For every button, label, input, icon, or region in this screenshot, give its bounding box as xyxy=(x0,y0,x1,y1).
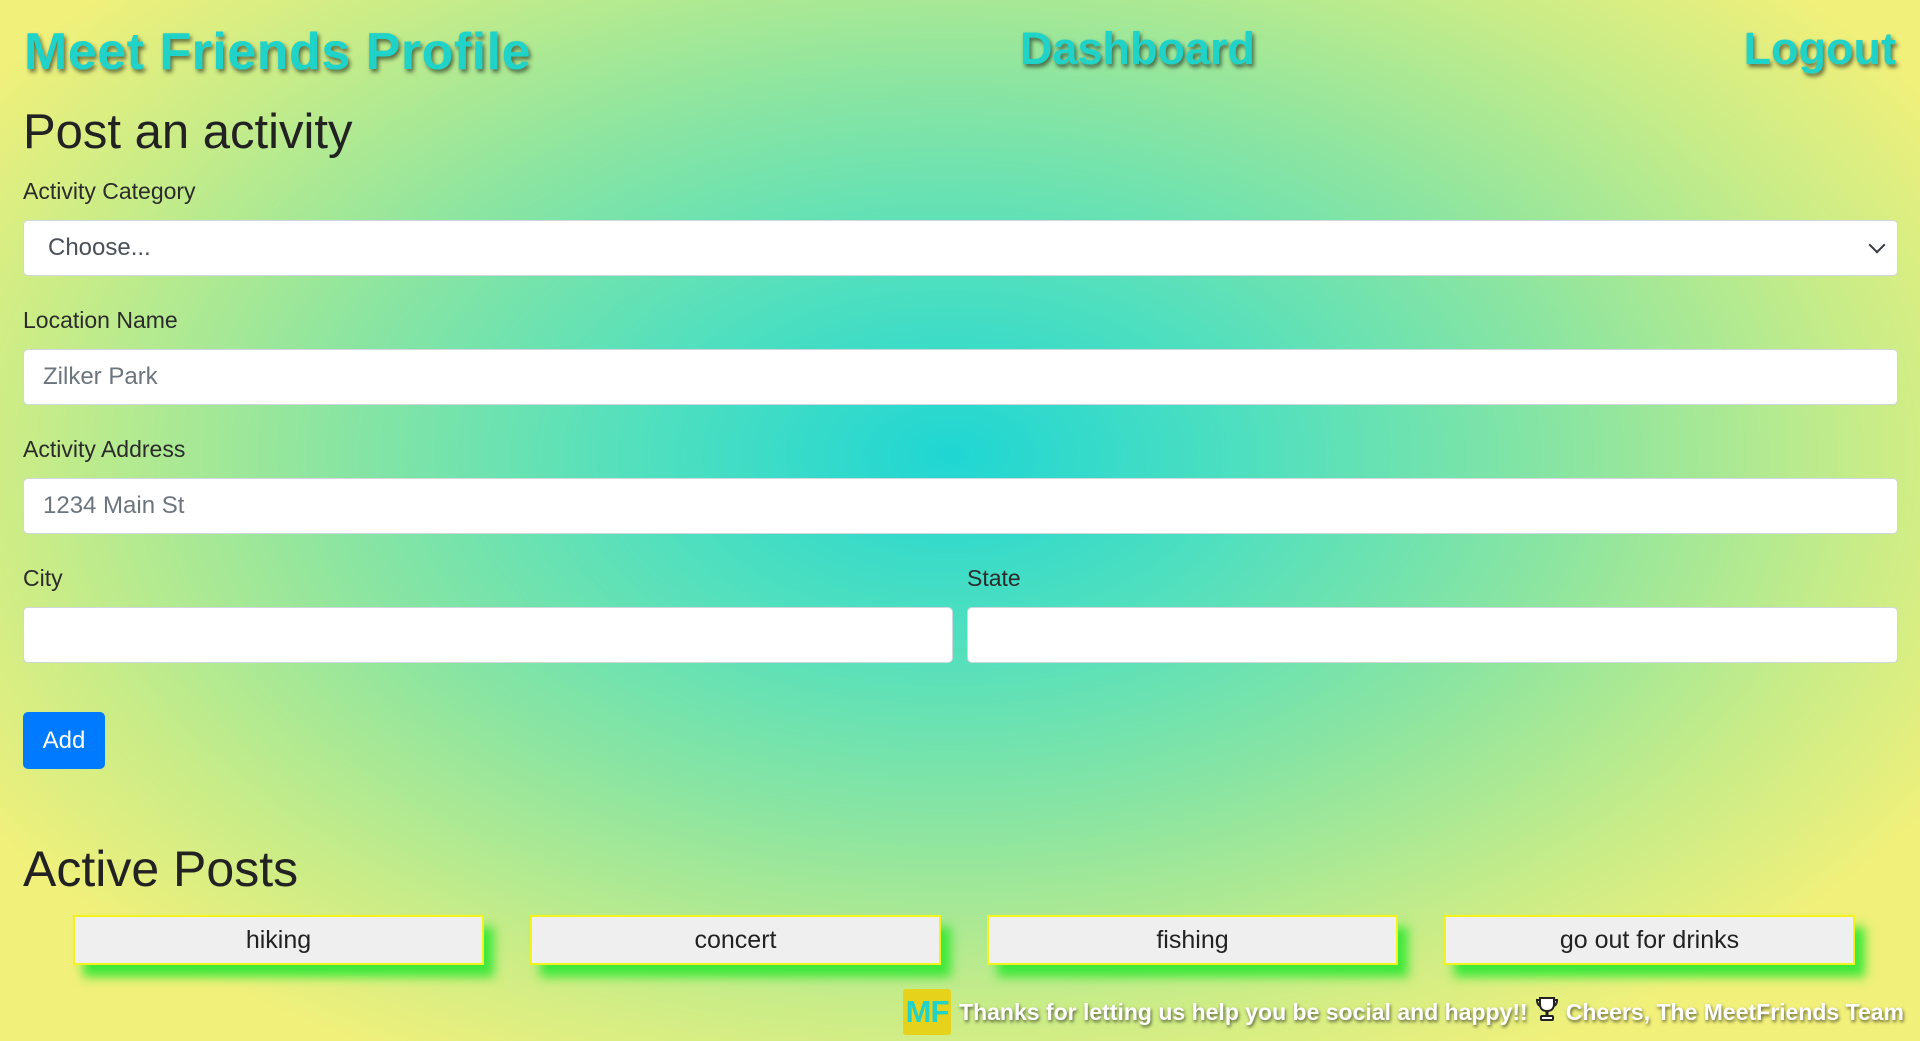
chevron-down-icon xyxy=(1868,236,1886,254)
activity-address-input[interactable] xyxy=(23,478,1898,534)
active-post-card[interactable]: hiking xyxy=(73,915,484,965)
footer-signoff-text: Cheers, The MeetFriends Team xyxy=(1565,998,1904,1025)
site-title: Meet Friends Profile xyxy=(24,23,531,81)
trophy-icon xyxy=(1535,996,1558,1029)
activity-category-select[interactable]: Choose... xyxy=(23,220,1898,276)
activity-address-label: Activity Address xyxy=(23,436,186,462)
active-post-card[interactable]: concert xyxy=(530,915,941,965)
location-name-input[interactable] xyxy=(23,349,1898,405)
active-posts-heading: Active Posts xyxy=(23,841,299,897)
add-button[interactable]: Add xyxy=(23,712,105,769)
state-input[interactable] xyxy=(967,607,1898,663)
location-name-label: Location Name xyxy=(23,307,178,333)
city-input[interactable] xyxy=(23,607,953,663)
state-label: State xyxy=(967,565,1021,591)
active-post-card[interactable]: go out for drinks xyxy=(1444,915,1855,965)
active-post-card[interactable]: fishing xyxy=(987,915,1398,965)
meetfriends-logo: MF xyxy=(903,989,952,1035)
footer-message-bar: MF Thanks for letting us help you be soc… xyxy=(903,989,1904,1035)
city-label: City xyxy=(23,565,63,591)
nav-dashboard-link[interactable]: Dashboard xyxy=(1020,23,1255,75)
nav-logout-link[interactable]: Logout xyxy=(1744,23,1896,75)
activity-category-selected-value: Choose... xyxy=(48,234,151,261)
activity-category-label: Activity Category xyxy=(23,178,196,204)
footer-thanks-text: Thanks for letting us help you be social… xyxy=(959,998,1528,1025)
post-activity-heading: Post an activity xyxy=(23,105,353,159)
